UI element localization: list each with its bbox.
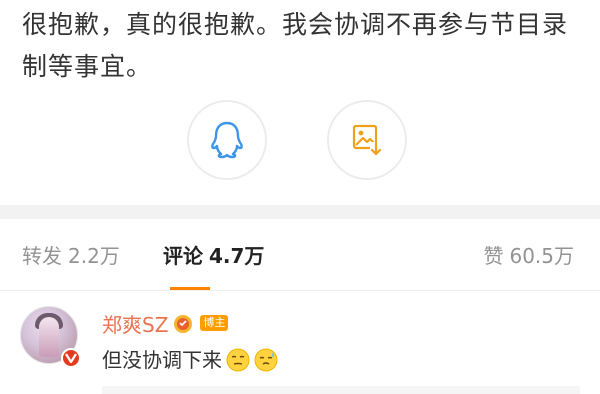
save-image-icon — [352, 124, 382, 156]
active-tab-indicator — [170, 287, 210, 290]
comment-header: 郑爽SZ 博主 — [102, 309, 229, 338]
avatar-figure — [39, 317, 59, 357]
verified-badge-icon — [61, 348, 81, 368]
tab-comment[interactable]: 评论 4.7万 — [163, 243, 264, 269]
comment-body: 但没协调下来 — [102, 346, 278, 374]
repost-count: 2.2万 — [68, 244, 120, 268]
sweat-emoji-icon — [254, 348, 278, 372]
reply-preview-box[interactable] — [102, 386, 580, 394]
save-image-button[interactable] — [327, 100, 407, 180]
tab-like[interactable]: 赞 60.5万 — [483, 243, 574, 269]
comment-count: 4.7万 — [209, 244, 265, 268]
section-divider — [0, 205, 600, 219]
stats-tabs: 转发 2.2万 评论 4.7万 赞 60.5万 — [0, 219, 600, 291]
blogger-badge: 博主 — [200, 315, 229, 331]
like-label: 赞 — [483, 244, 504, 268]
comment-item: 郑爽SZ 博主 但没协调下来 — [0, 292, 600, 394]
verified-v-icon — [65, 353, 77, 363]
comment-label: 评论 — [163, 244, 203, 268]
smirk-emoji-icon — [226, 348, 250, 372]
repost-label: 转发 — [22, 244, 62, 268]
comment-text: 但没协调下来 — [102, 348, 222, 372]
tab-repost[interactable]: 转发 2.2万 — [22, 243, 120, 269]
like-count: 60.5万 — [509, 244, 574, 268]
fan-medal-icon — [174, 315, 193, 333]
share-qq-button[interactable] — [187, 100, 267, 180]
comment-username[interactable]: 郑爽SZ — [102, 309, 168, 338]
post-content: 很抱歉，真的很抱歉。我会协调不再参与节目录制等事宜。 — [22, 10, 569, 81]
qq-penguin-icon — [211, 121, 243, 159]
share-actions — [0, 100, 600, 180]
